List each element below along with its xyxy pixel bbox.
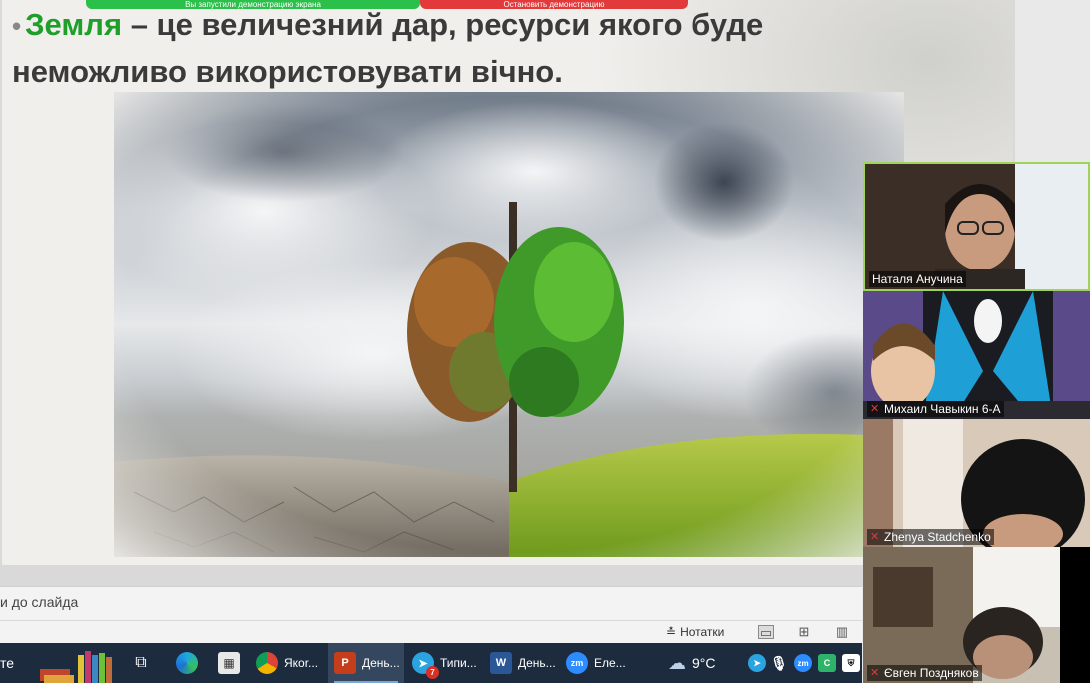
notes-placeholder: и до слайда — [0, 594, 79, 610]
mic-muted-icon: ✕ — [870, 403, 880, 415]
notes-toggle-label: Нотатки — [680, 625, 725, 639]
participant-name-tag: ✕ Михаил Чавыкин 6-А — [867, 401, 1004, 417]
slide-bullet-text[interactable]: • Земля – це величезний дар, ресурси яког… — [12, 2, 872, 95]
taskbar-search-text[interactable]: те — [0, 655, 14, 671]
highlight-word: Земля — [25, 7, 123, 42]
bullet-dot: • — [12, 11, 22, 41]
notes-toggle-button[interactable]: ≛ Нотатки — [666, 624, 724, 641]
edge-icon[interactable] — [176, 652, 198, 674]
notes-pane[interactable]: и до слайда — [0, 586, 862, 620]
mic-muted-icon: ✕ — [870, 667, 880, 679]
slide-sorter-icon[interactable]: ⊞ — [796, 625, 812, 639]
normal-view-icon[interactable]: ▭ — [758, 625, 774, 640]
bullet-rest: – це величезний дар, ресурси якого буде … — [12, 7, 764, 89]
screen-share-banner: Вы запустили демонстрацию экрана — [86, 0, 420, 9]
participant-video — [863, 547, 1090, 683]
screen: • Земля – це величезний дар, ресурси яког… — [0, 0, 1090, 683]
microphone-icon[interactable]: 🎙 — [770, 654, 788, 672]
calculator-icon[interactable]: ▦ — [218, 652, 240, 674]
cloud-icon: ☁ — [668, 652, 686, 673]
participant-name-tag: ✕ Zhenya Stadchenko — [867, 529, 994, 545]
taskbar-app-label: День... — [362, 656, 400, 670]
taskbar-app-chrome[interactable]: Якоr... — [250, 643, 328, 683]
tray-app-icon[interactable]: C — [818, 654, 836, 672]
tray-zoom-icon[interactable]: zm — [794, 654, 812, 672]
taskbar-app-powerpoint[interactable]: P День... — [328, 643, 404, 683]
taskbar-app-label: День... — [518, 656, 556, 670]
reading-view-icon[interactable]: ▥ — [834, 625, 850, 639]
taskbar-app-label: Якоr... — [284, 656, 319, 670]
slide-image-tree[interactable] — [114, 92, 904, 557]
unread-badge: 7 — [426, 666, 439, 679]
books-widget-icon[interactable] — [38, 649, 116, 683]
taskbar-app-telegram[interactable]: ➤ 7 Типи... — [406, 643, 484, 683]
taskbar-app-word[interactable]: W День... — [484, 643, 562, 683]
chrome-icon — [256, 652, 278, 674]
telegram-icon: ➤ 7 — [412, 652, 439, 679]
notes-icon: ≛ — [666, 625, 677, 639]
word-icon: W — [490, 652, 512, 674]
participant-name: Михаил Чавыкин 6-А — [884, 402, 1001, 416]
participant-video — [863, 291, 1090, 419]
taskbar-app-label: Типи... — [440, 656, 477, 670]
taskbar: те ⧉ ▦ Якоr... P День... ➤ 7 Типи... W Д… — [0, 643, 862, 683]
taskbar-app-zoom[interactable]: zm Еле... — [560, 643, 638, 683]
video-tile[interactable]: ✕ Михаил Чавыкин 6-А — [863, 291, 1090, 419]
video-tile[interactable]: ✕ Zhenya Stadchenko — [863, 419, 1090, 547]
participant-name-tag: ✕ Євген Поздняков — [867, 665, 982, 681]
slide[interactable]: • Земля – це величезний дар, ресурси яког… — [2, 0, 1013, 565]
participant-name: Євген Поздняков — [884, 666, 979, 680]
tray-telegram-icon[interactable]: ➤ — [748, 654, 766, 672]
participant-name-tag: Наталя Анучина — [869, 271, 966, 287]
taskbar-app-label: Еле... — [594, 656, 626, 670]
tree-landscape-illustration — [114, 92, 904, 557]
zoom-icon: zm — [566, 652, 588, 674]
status-bar: ≛ Нотатки ▭ ⊞ ▥ — [0, 620, 862, 643]
shield-icon[interactable]: ⛨ — [842, 654, 860, 672]
weather-widget[interactable]: ☁ 9°C — [668, 643, 716, 683]
stop-share-button[interactable]: Остановить демонстрацию — [420, 0, 688, 9]
powerpoint-icon: P — [334, 652, 356, 674]
mic-muted-icon: ✕ — [870, 531, 880, 543]
video-tile[interactable]: Наталя Анучина — [863, 162, 1090, 291]
video-tile[interactable]: ✕ Євген Поздняков — [863, 547, 1090, 683]
participant-name: Наталя Анучина — [872, 272, 963, 286]
task-view-icon[interactable]: ⧉ — [130, 652, 152, 674]
weather-temperature: 9°C — [692, 655, 716, 671]
participant-video — [863, 419, 1090, 547]
participant-name: Zhenya Stadchenko — [884, 530, 991, 544]
